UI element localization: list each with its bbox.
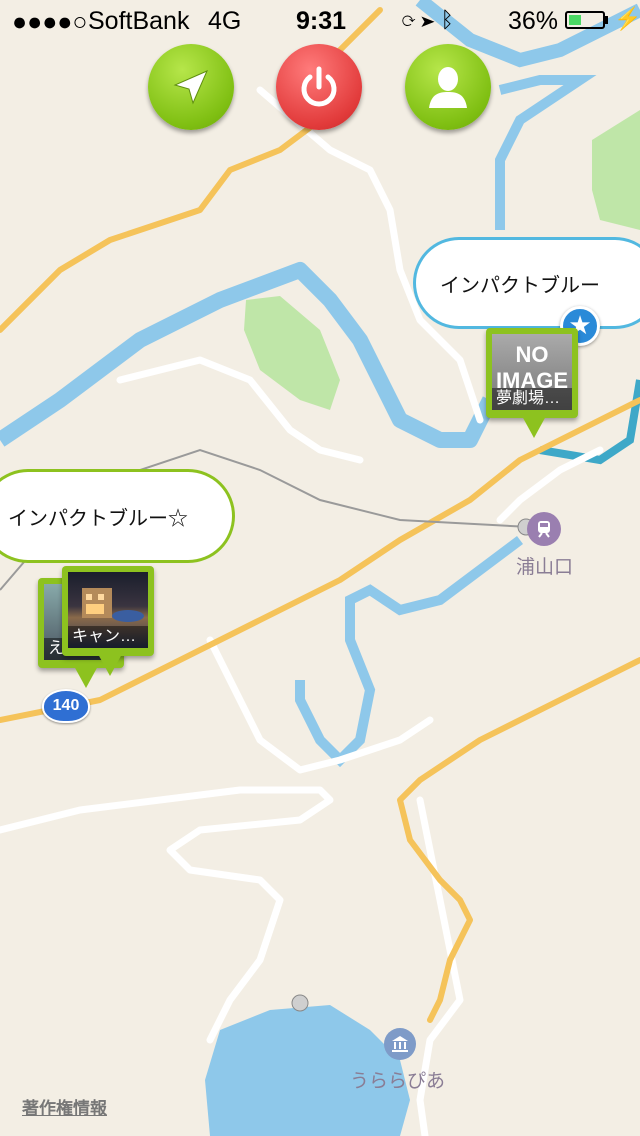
- rotation-lock-icon: ⟳: [402, 7, 416, 32]
- battery-percentage: 36%: [508, 7, 559, 35]
- museum-label: うららぴあ: [350, 1071, 446, 1092]
- photo-pin[interactable]: NO IMAGE 夢劇場…: [486, 328, 578, 438]
- charging-bolt-icon: ⚡: [614, 6, 640, 31]
- user-icon: [429, 67, 467, 108]
- clock: 9:31: [296, 7, 347, 35]
- pin-tail: [98, 654, 122, 676]
- pin-tail: [74, 666, 98, 688]
- train-icon: [538, 521, 550, 538]
- museum-icon[interactable]: [384, 1028, 416, 1060]
- train-station-icon[interactable]: [527, 512, 561, 546]
- callout-bubble[interactable]: インパクトブルー☆: [0, 478, 226, 554]
- carrier-name: SoftBank: [88, 7, 190, 35]
- no-image-text: NO: [515, 342, 549, 367]
- photo-pin[interactable]: キャン…: [62, 566, 154, 676]
- route-shield: 140: [42, 689, 90, 723]
- location-arrow-icon: ➤: [421, 7, 435, 32]
- building-icon: [392, 1036, 408, 1052]
- current-location-button[interactable]: [148, 44, 234, 130]
- battery-tip: [605, 16, 608, 24]
- map-point: [291, 994, 309, 1012]
- network-type: 4G: [208, 7, 242, 35]
- bluetooth-icon: ᛒ: [440, 7, 454, 32]
- power-icon: [301, 66, 337, 107]
- power-button[interactable]: [276, 44, 362, 130]
- pin-caption: キャン…: [68, 626, 148, 648]
- callout-title: インパクトブルー☆: [8, 507, 188, 530]
- callout-title: インパクトブルー: [440, 274, 600, 297]
- pin-photo: キャン…: [68, 572, 148, 648]
- callout-bubble[interactable]: インパクトブルー: [422, 246, 640, 320]
- pin-tail: [522, 416, 546, 438]
- status-bar: ●●●●○ SoftBank 4G 9:31 ⟳ ➤ ᛒ 36% ⚡: [0, 0, 640, 40]
- profile-button[interactable]: [405, 44, 491, 130]
- signal-strength: ●●●●○: [12, 8, 88, 36]
- navigation-arrow-icon: [173, 70, 208, 105]
- battery-icon: [565, 11, 605, 29]
- status-icons: ⟳ ➤ ᛒ: [402, 7, 454, 33]
- building-photo: [82, 588, 144, 622]
- pin-caption: 夢劇場…: [492, 388, 572, 410]
- station-label: 浦山口: [516, 557, 574, 578]
- copyright-link[interactable]: 著作権情報: [22, 1094, 107, 1119]
